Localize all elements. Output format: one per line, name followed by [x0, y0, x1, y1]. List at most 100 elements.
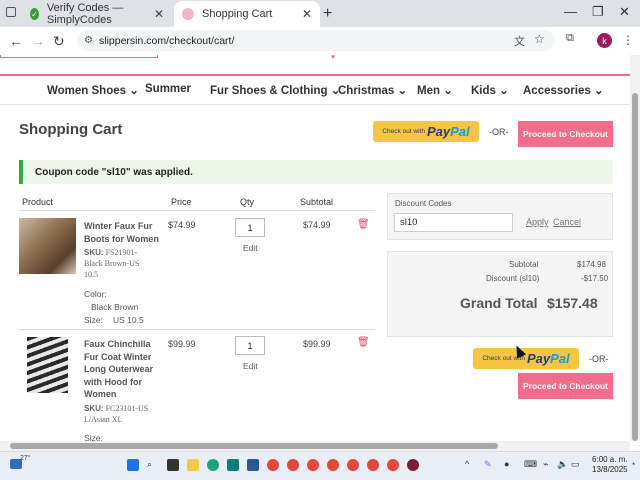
new-tab-button[interactable]: + [323, 5, 332, 23]
network-icon[interactable]: ⌁ [543, 459, 548, 470]
restore-icon[interactable]: ❐ [592, 4, 604, 20]
product-sku-boots: SKU: FS21901- Black Brown-US 10.5 [84, 248, 140, 279]
minimize-icon[interactable]: — [564, 4, 577, 19]
app-icon[interactable] [407, 459, 419, 471]
nav-men[interactable]: Men ⌄ [417, 83, 453, 97]
or-separator: -OR- [489, 127, 509, 137]
subtotal-label: Subtotal [509, 260, 539, 269]
volume-icon[interactable]: 🔈 [557, 459, 568, 470]
product-name-boots[interactable]: Winter Faux Fur Boots for Women [84, 220, 159, 245]
profile-avatar[interactable]: k [597, 33, 612, 48]
forward-icon[interactable]: → [31, 33, 45, 49]
taskbar-clock[interactable]: 6:00 a. m. 13/8/2025 [592, 455, 628, 475]
proceed-to-checkout-button-bottom[interactable]: Proceed to Checkout [518, 373, 613, 399]
item-subtotal: $99.99 [303, 339, 331, 349]
chrome-icon[interactable] [307, 459, 319, 471]
col-price: Price [171, 197, 192, 207]
trash-icon[interactable]: 🗑 [357, 337, 370, 348]
product-color-value: Black Brown [91, 302, 139, 312]
window-close-icon[interactable]: ✕ [619, 4, 630, 20]
trash-icon[interactable]: 🗑 [357, 219, 370, 230]
nav-kids[interactable]: Kids ⌄ [471, 83, 509, 97]
edge-icon[interactable] [207, 459, 219, 471]
nav-fur-shoes-clothing[interactable]: Fur Shoes & Clothing ⌄ [210, 83, 340, 97]
nav-christmas[interactable]: Christmas ⌄ [338, 83, 407, 97]
col-qty: Qty [240, 197, 255, 207]
translate-icon[interactable]: 文 [514, 33, 525, 49]
qty-input[interactable]: 1 [235, 336, 265, 355]
edit-item-link[interactable]: Edit [243, 243, 258, 253]
chevron-up-icon[interactable]: ^ [465, 459, 469, 469]
discount-label: Discount (sl10) [486, 274, 540, 283]
url-text: slippersin.com/checkout/cart/ [99, 34, 235, 47]
product-image-boots[interactable] [19, 218, 76, 274]
subtotal-value: $174.98 [577, 260, 606, 269]
pen-icon[interactable]: ✎ [484, 459, 492, 470]
edit-item-link[interactable]: Edit [243, 361, 258, 371]
horizontal-scroll-thumb[interactable] [10, 443, 498, 449]
paypal-logo: PayPal [526, 351, 570, 366]
notifications-icon[interactable]: ◔ [630, 459, 635, 469]
close-icon[interactable]: ✕ [302, 7, 312, 21]
tab-shopping-cart[interactable]: Shopping Cart ✕ [174, 1, 320, 27]
nav-women-shoes[interactable]: Women Shoes ⌄ [47, 83, 139, 97]
cancel-discount-button[interactable]: Cancel [553, 217, 581, 227]
chrome-icon[interactable] [387, 459, 399, 471]
grand-total-label: Grand Total [460, 295, 538, 311]
product-name-coat[interactable]: Faux Chinchilla Fur Coat Winter Long Out… [84, 338, 153, 401]
bookmark-star-icon[interactable]: ☆ [534, 32, 545, 46]
browser-menu-icon[interactable]: ⋮ [622, 33, 634, 47]
col-subtotal: Subtotal [300, 197, 334, 207]
tab-search-icon[interactable] [6, 7, 16, 17]
tab-title: Verify Codes — SimplyCodes [46, 2, 124, 26]
nav-accessories[interactable]: Accessories ⌄ [523, 83, 604, 97]
product-sku-coat: SKU: FC23101-US L/Asian XL [84, 404, 149, 424]
vertical-scroll-thumb[interactable] [632, 93, 638, 441]
extensions-icon[interactable]: ⧉ [566, 32, 574, 45]
site-info-icon[interactable]: ⚙ [84, 35, 93, 46]
word-icon[interactable] [247, 459, 259, 471]
product-size-value: US 10.5 [113, 315, 144, 325]
item-price: $74.99 [168, 220, 196, 230]
battery-icon[interactable]: ▭ [571, 459, 580, 470]
product-color-label: Color: [84, 289, 107, 299]
paypal-checkout-button-top[interactable]: Check out with PayPal [373, 121, 479, 142]
task-view-icon[interactable] [167, 459, 179, 471]
table-header-divider [19, 210, 375, 211]
nav-summer[interactable]: Summer [145, 83, 191, 95]
close-icon[interactable]: ✕ [154, 7, 164, 21]
back-icon[interactable]: ← [9, 33, 23, 49]
chrome-icon[interactable] [287, 459, 299, 471]
weather-temp: 27° [20, 455, 31, 462]
paypal-checkout-button-bottom[interactable]: Check out with PayPal [473, 348, 579, 369]
address-bar[interactable]: slippersin.com/checkout/cart/ [77, 30, 555, 51]
keyboard-icon[interactable]: ⌨ [524, 459, 537, 470]
proceed-to-checkout-button-top[interactable]: Proceed to Checkout [518, 121, 613, 147]
store-icon[interactable] [227, 459, 239, 471]
start-windows-icon[interactable] [127, 459, 139, 471]
product-image-coat[interactable] [27, 337, 68, 393]
clock-time: 6:00 a. m. [592, 455, 628, 464]
discount-codes-label: Discount Codes [395, 199, 452, 208]
grand-total-value: $157.48 [547, 295, 598, 311]
slippersin-favicon-icon [182, 8, 194, 20]
coupon-applied-notice: Coupon code "sl10" was applied. [19, 160, 613, 184]
discount-code-input[interactable]: sl10 [394, 213, 513, 232]
item-price: $99.99 [168, 339, 196, 349]
product-size-label: Size: [84, 315, 103, 325]
simplycodes-favicon-icon: ✓ [30, 8, 39, 20]
taskbar-search-icon[interactable]: ⌕ [147, 459, 152, 470]
chrome-icon[interactable] [327, 459, 339, 471]
clock-date: 13/8/2025 [592, 465, 628, 474]
reload-icon[interactable]: ↻ [53, 33, 65, 50]
chrome-icon[interactable] [267, 459, 279, 471]
header-divider [0, 74, 630, 76]
qty-input[interactable]: 1 [235, 218, 265, 237]
apply-discount-button[interactable]: Apply [526, 217, 549, 227]
file-explorer-icon[interactable] [187, 459, 199, 471]
tray-app-icon[interactable]: ● [504, 459, 509, 469]
tab-verify-codes[interactable]: ✓ Verify Codes — SimplyCodes ✕ [22, 1, 172, 27]
tab-title: Shopping Cart [202, 8, 273, 20]
chrome-icon[interactable] [367, 459, 379, 471]
chrome-icon[interactable] [347, 459, 359, 471]
